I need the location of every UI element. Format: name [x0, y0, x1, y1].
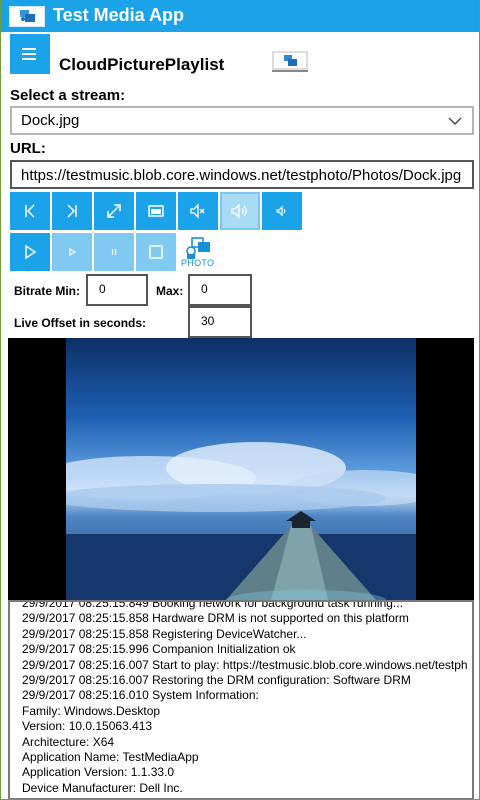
bitrate-min-label: Bitrate Min: [14, 284, 80, 298]
skip-next-button[interactable] [52, 192, 92, 230]
log-line: 29/9/2017 08:25:15.858 Registering Devic… [22, 626, 307, 641]
volume-down-icon [276, 205, 286, 217]
log-line: Device Manufacturer: Dell Inc. [22, 780, 183, 795]
volume-down-button[interactable] [262, 192, 302, 230]
photo-label: PHOTO [181, 258, 215, 268]
bitrate-max-input[interactable]: 0 [188, 274, 252, 306]
log-line: 29/9/2017 08:25:15.858 Hardware DRM is n… [22, 611, 409, 626]
play-disabled-button[interactable] [52, 233, 92, 271]
window-mode-button[interactable] [136, 192, 176, 230]
app-logo-icon [9, 6, 45, 27]
live-offset-value: 30 [201, 314, 215, 328]
fullscreen-icon [107, 204, 121, 218]
bitrate-max-label: Max: [156, 284, 184, 298]
chevron-down-icon [448, 114, 462, 133]
stop-icon [149, 245, 163, 259]
window-icon [148, 205, 164, 217]
log-panel[interactable]: 29/9/2017 08:25:15.849 Booking network f… [8, 600, 474, 799]
stop-button[interactable] [136, 233, 176, 271]
pause-icon [111, 249, 117, 255]
stream-label: Select a stream: [10, 87, 126, 104]
skip-next-icon [67, 204, 77, 218]
log-line: 29/9/2017 08:25:16.010 System Informatio… [22, 688, 259, 703]
log-line: 29/9/2017 08:25:16.007 Restoring the DRM… [22, 673, 411, 688]
url-input-value: https://testmusic.blob.core.windows.net/… [21, 167, 462, 184]
live-offset-input[interactable]: 30 [188, 306, 252, 338]
mute-icon [190, 203, 205, 219]
app-window: Test Media App CloudPicturePlaylist Sele… [0, 0, 480, 800]
volume-up-button[interactable] [220, 192, 260, 230]
log-line: Family: Windows.Desktop [22, 703, 161, 718]
log-line: Application Version: 1.1.33.0 [22, 765, 175, 780]
mute-button[interactable] [178, 192, 218, 230]
url-label: URL: [10, 140, 46, 157]
bitrate-max-value: 0 [201, 282, 208, 296]
live-offset-label: Live Offset in seconds: [14, 316, 147, 330]
pause-button[interactable] [94, 233, 134, 271]
photo-image [66, 338, 416, 600]
bitrate-min-input[interactable]: 0 [86, 274, 148, 306]
play-icon [69, 247, 77, 257]
hamburger-menu-button[interactable] [10, 34, 50, 74]
log-line: 29/9/2017 08:25:16.007 Start to play: ht… [22, 657, 468, 672]
log-line: 29/9/2017 08:25:15.996 Companion Initial… [22, 642, 296, 657]
log-line: Architecture: X64 [22, 734, 115, 749]
log-line: Version: 10.0.15063.413 [22, 719, 153, 734]
volume-up-icon [231, 203, 247, 219]
log-list: 29/9/2017 08:25:15.849 Booking network f… [22, 600, 468, 796]
cast-icon[interactable] [272, 50, 308, 72]
page-title: CloudPicturePlaylist [59, 55, 225, 74]
skip-previous-button[interactable] [10, 192, 50, 230]
skip-previous-icon [25, 204, 35, 218]
stream-select[interactable]: Dock.jpg [10, 106, 474, 135]
stream-select-value: Dock.jpg [21, 112, 80, 129]
bitrate-min-value: 0 [99, 282, 106, 296]
url-input[interactable]: https://testmusic.blob.core.windows.net/… [10, 160, 474, 189]
title-bar: Test Media App [1, 0, 479, 32]
log-line: Application Name: TestMediaApp [22, 750, 199, 765]
play-icon [25, 244, 37, 260]
media-player[interactable] [8, 338, 474, 600]
log-line: 29/9/2017 08:25:15.849 Booking network f… [22, 600, 403, 610]
app-title: Test Media App [53, 5, 185, 25]
fullscreen-button[interactable] [94, 192, 134, 230]
play-button[interactable] [10, 233, 50, 271]
